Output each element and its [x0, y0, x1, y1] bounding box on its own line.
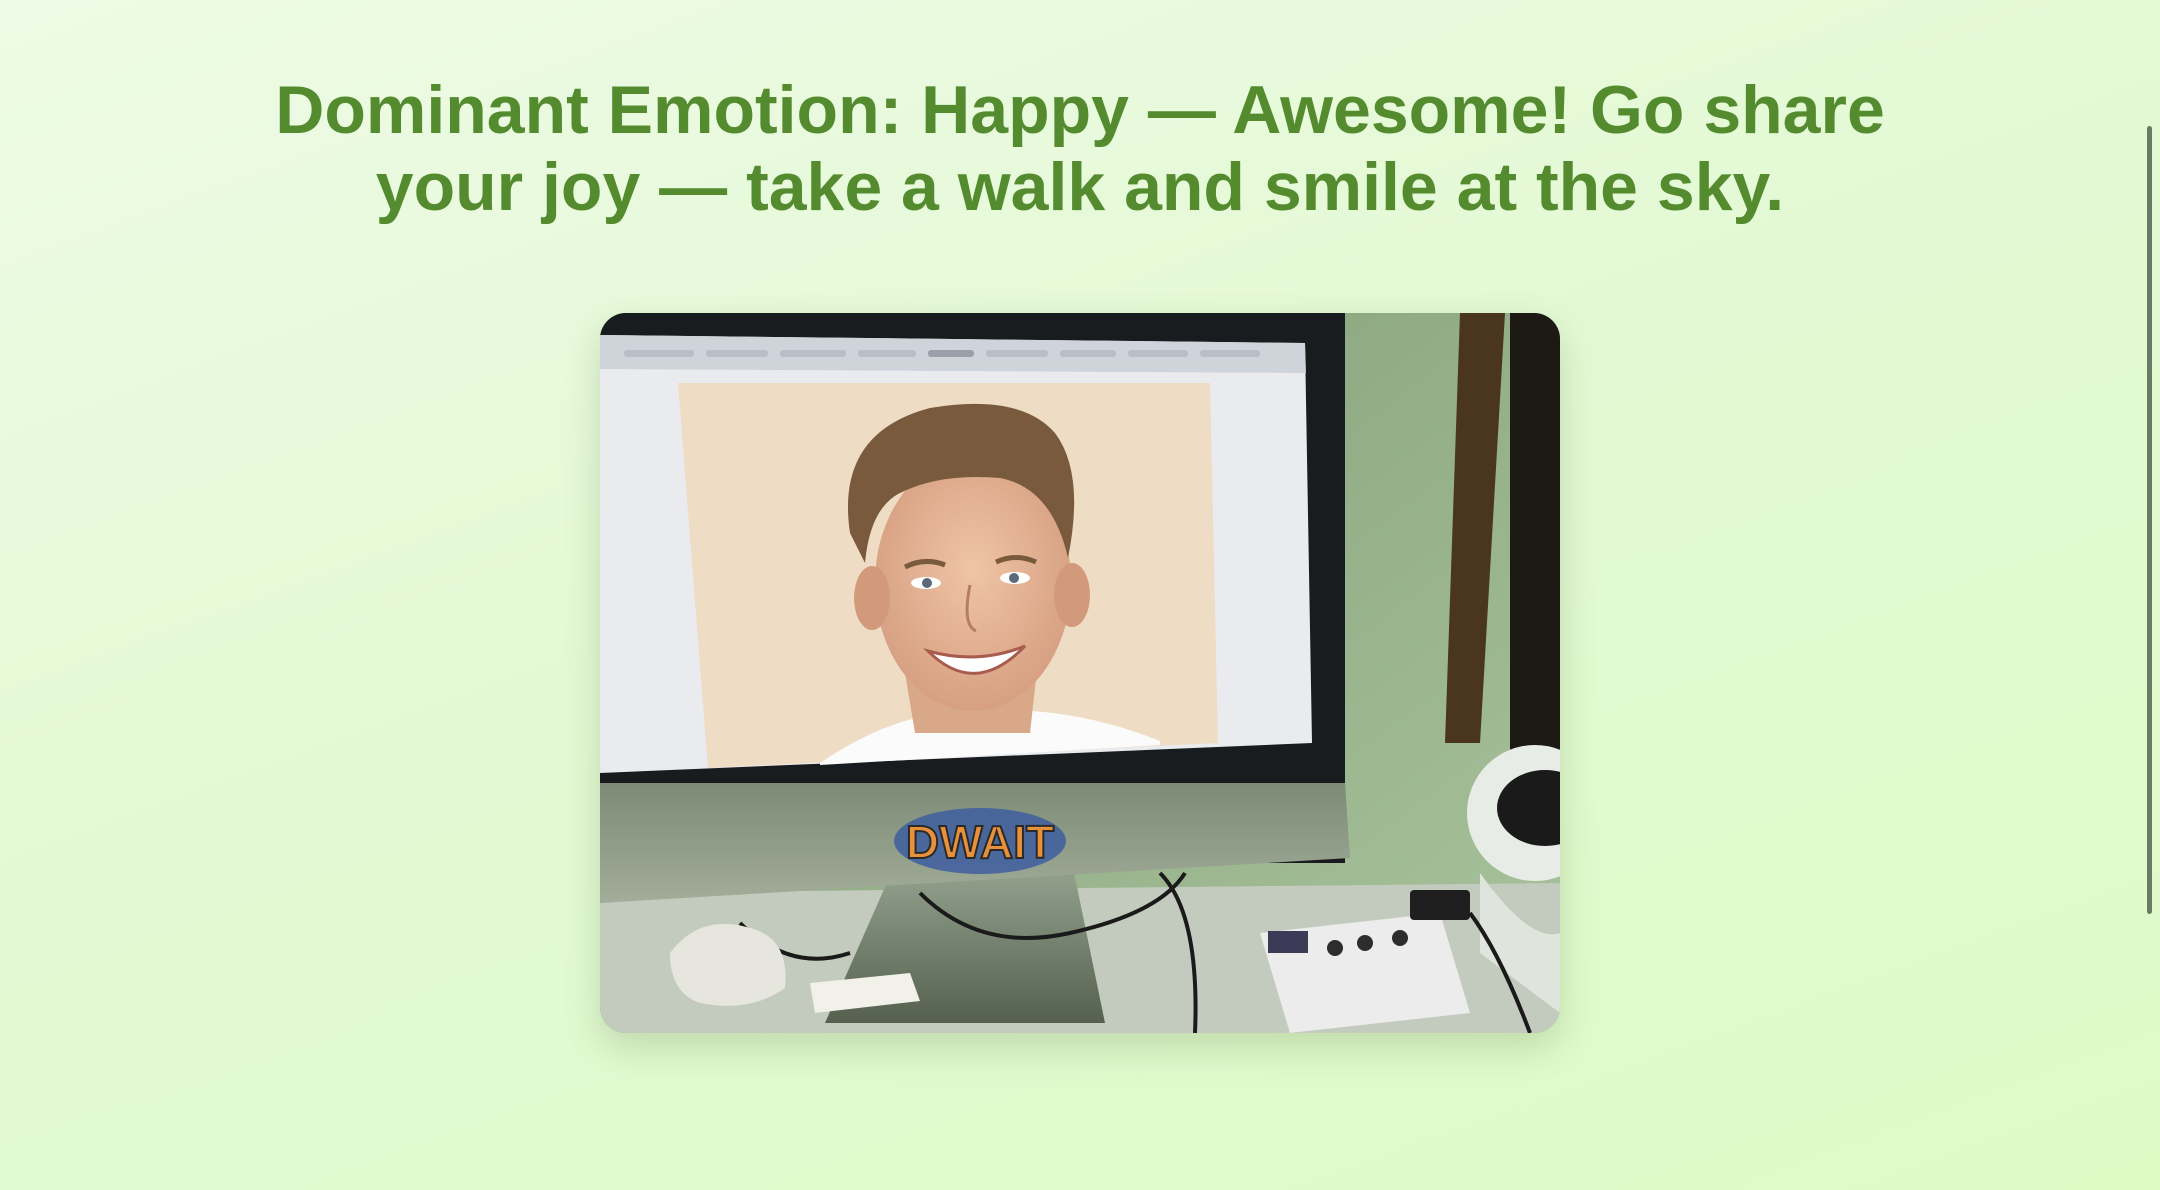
emotion-result-headline: Dominant Emotion: Happy — Awesome! Go sh…: [275, 72, 1885, 225]
captured-photo: DWAIT: [600, 313, 1560, 1033]
scrollbar[interactable]: [2147, 126, 2152, 914]
sticker-text: DWAIT: [906, 816, 1054, 868]
